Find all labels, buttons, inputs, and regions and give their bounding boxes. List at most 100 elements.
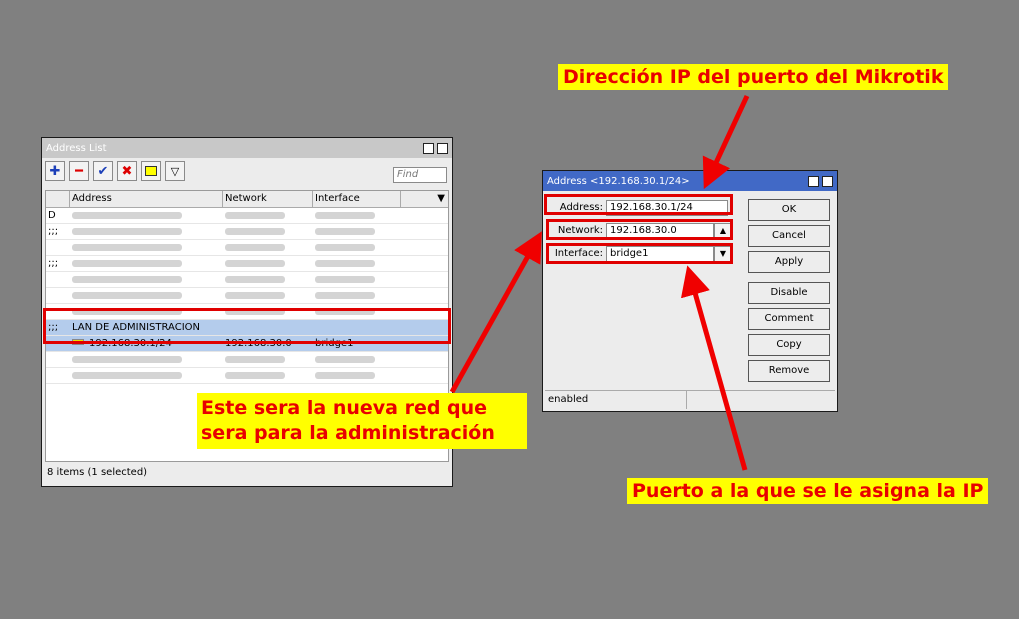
table-row[interactable] (46, 240, 448, 256)
col-interface[interactable]: Interface (313, 191, 401, 207)
table-row[interactable] (46, 288, 448, 304)
cell-address (70, 288, 223, 303)
redacted-text (225, 212, 285, 219)
cell-address (70, 352, 223, 367)
copy-button[interactable]: Copy (748, 334, 830, 356)
redacted-text (225, 372, 285, 379)
filter-icon: ▽ (170, 164, 180, 178)
table-row[interactable]: D (46, 208, 448, 224)
table-row[interactable]: ;;; (46, 224, 448, 240)
column-menu-icon[interactable]: ▼ (401, 191, 448, 207)
cell-interface (313, 224, 401, 239)
dialog-close-button[interactable]: ✕ (822, 175, 833, 187)
row-flag (46, 288, 70, 303)
note-interface-port: Puerto a la que se le asigna la IP (627, 478, 989, 504)
redacted-text (225, 276, 285, 283)
redacted-text (72, 356, 182, 363)
cell-address (70, 368, 223, 383)
ok-button[interactable]: OK (748, 199, 830, 221)
redacted-text (315, 260, 375, 267)
disable-button[interactable]: Disable (748, 282, 830, 304)
note-admin-network: Este sera la nueva red que sera para la … (197, 393, 527, 449)
row-flag: D (48, 210, 56, 221)
remove-button[interactable]: Remove (748, 360, 830, 382)
row-flag: ;;; (48, 226, 59, 237)
cell-network (223, 208, 313, 223)
note-admin-line1: Este sera la nueva red que (201, 397, 488, 419)
address-list-toolbar: ✚ ━ ✔ ✖ ▽ (42, 158, 452, 184)
cell-address (70, 272, 223, 287)
redacted-text (315, 292, 375, 299)
cell-network (223, 224, 313, 239)
table-row[interactable] (46, 352, 448, 368)
note-ip-address: Dirección IP del puerto del Mikrotik (558, 64, 949, 90)
cell-interface (313, 256, 401, 271)
redacted-text (72, 260, 182, 267)
cell-network (223, 352, 313, 367)
note-admin-line2: sera para la administración (201, 422, 495, 444)
row-flag (46, 240, 70, 255)
redacted-text (315, 356, 375, 363)
maximize-button[interactable]: □ (423, 142, 434, 154)
cancel-button[interactable]: Cancel (748, 225, 830, 247)
address-list-title: Address List (46, 142, 107, 154)
redacted-text (72, 228, 182, 235)
apply-button[interactable]: Apply (748, 251, 830, 273)
table-body: D;;;;;;;;; LAN DE ADMINISTRACION 192.168.3… (46, 208, 448, 384)
table-row[interactable] (46, 368, 448, 384)
col-address[interactable]: Address (70, 191, 223, 207)
cell-network (223, 368, 313, 383)
arrow-to-address (702, 94, 750, 190)
dialog-maximize-button[interactable]: □ (808, 175, 819, 187)
redacted-text (225, 260, 285, 267)
cell-address (70, 224, 223, 239)
find-input[interactable]: Find (393, 167, 447, 183)
redacted-text (72, 276, 182, 283)
cell-address (70, 208, 223, 223)
redacted-text (72, 372, 182, 379)
cell-address (70, 256, 223, 271)
redacted-text (315, 244, 375, 251)
redacted-text (315, 276, 375, 283)
redacted-text (225, 244, 285, 251)
note-icon (145, 166, 157, 176)
redacted-text (72, 212, 182, 219)
row-flag: ;;; (48, 258, 59, 269)
status-bar: 8 items (1 selected) (47, 467, 148, 478)
row-flag (46, 272, 70, 287)
redacted-text (225, 228, 285, 235)
disable-button[interactable]: ✖ (117, 161, 137, 181)
cell-address (70, 240, 223, 255)
dialog-title: Address <192.168.30.1/24> (547, 175, 690, 187)
cell-network (223, 240, 313, 255)
col-flag (46, 191, 70, 207)
table-row[interactable] (46, 272, 448, 288)
comment-button[interactable] (141, 161, 161, 181)
cell-interface (313, 272, 401, 287)
close-button[interactable]: ✕ (437, 142, 448, 154)
enable-button[interactable]: ✔ (93, 161, 113, 181)
dialog-titlebar[interactable]: Address <192.168.30.1/24> □ ✕ (543, 171, 837, 191)
highlight-address-field (544, 194, 733, 215)
redacted-text (72, 244, 182, 251)
comment-button[interactable]: Comment (748, 308, 830, 330)
address-list-titlebar[interactable]: Address List □ ✕ (42, 138, 452, 158)
add-button[interactable]: ✚ (45, 161, 65, 181)
redacted-text (315, 228, 375, 235)
col-network[interactable]: Network (223, 191, 313, 207)
cell-interface (313, 368, 401, 383)
filter-button[interactable]: ▽ (165, 161, 185, 181)
remove-button[interactable]: ━ (69, 161, 89, 181)
row-flag (46, 352, 70, 367)
dialog-status-empty (687, 391, 830, 409)
row-flag (46, 368, 70, 383)
redacted-text (315, 212, 375, 219)
redacted-text (315, 372, 375, 379)
arrow-to-network (449, 231, 542, 394)
dialog-status-text: enabled (545, 391, 687, 409)
cell-interface (313, 352, 401, 367)
cell-network (223, 272, 313, 287)
table-row[interactable]: ;;; (46, 256, 448, 272)
redacted-text (225, 356, 285, 363)
cell-network (223, 288, 313, 303)
